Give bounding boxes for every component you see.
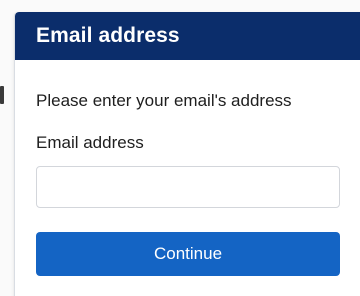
instruction-text: Please enter your email's address xyxy=(36,91,292,110)
dialog-body: Please enter your email's address Email … xyxy=(15,90,360,276)
page: Email address Please enter your email's … xyxy=(0,0,360,296)
background-edge-mark xyxy=(0,86,4,104)
continue-button[interactable]: Continue xyxy=(36,232,340,276)
dialog-header: Email address xyxy=(15,12,360,60)
email-dialog: Email address Please enter your email's … xyxy=(14,12,360,296)
dialog-title: Email address xyxy=(36,24,180,47)
email-field[interactable] xyxy=(36,166,340,208)
email-field-label: Email address xyxy=(36,133,144,152)
